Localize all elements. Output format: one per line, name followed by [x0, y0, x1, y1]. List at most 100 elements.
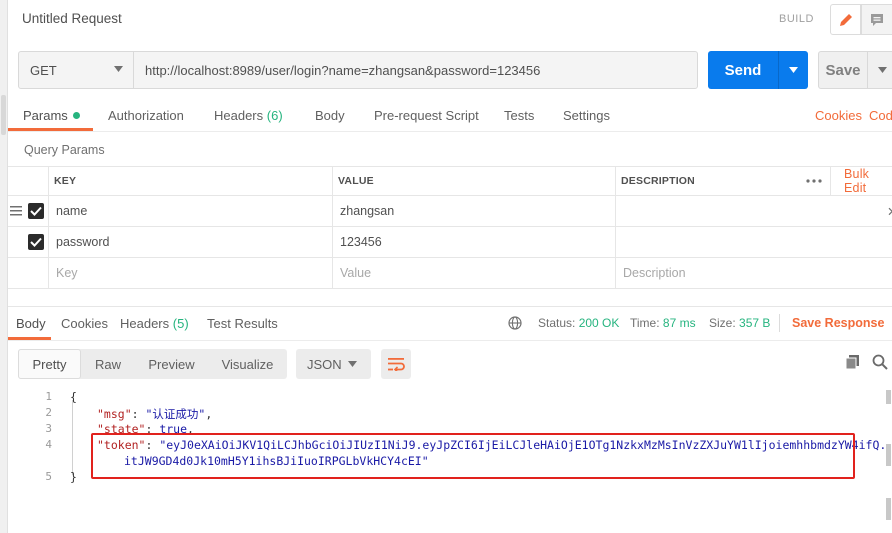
- tab-params-label: Params: [23, 108, 68, 123]
- request-title[interactable]: Untitled Request: [22, 11, 122, 26]
- status-value: 200 OK: [578, 316, 620, 330]
- line-number: 1: [45, 390, 52, 403]
- checkmark-icon: [30, 237, 42, 247]
- edit-button[interactable]: [830, 4, 861, 35]
- response-tabs-divider: [8, 340, 892, 341]
- save-response-button[interactable]: Save Response: [792, 316, 892, 330]
- copy-icon[interactable]: [845, 354, 861, 370]
- table-row: password 123456: [8, 227, 892, 258]
- response-tab-test-results[interactable]: Test Results: [207, 316, 278, 331]
- wrap-lines-icon: [388, 358, 405, 371]
- row-enabled-checkbox[interactable]: [28, 203, 44, 219]
- new-key-input[interactable]: Key: [56, 258, 78, 288]
- delete-row-icon[interactable]: ✕: [887, 196, 892, 226]
- param-key[interactable]: password: [56, 227, 110, 257]
- status-label: Status:: [538, 316, 576, 330]
- view-visualize-button[interactable]: Visualize: [208, 349, 287, 379]
- bulk-edit-link[interactable]: Bulk Edit: [844, 167, 892, 195]
- json-line-msg: "msg": "认证成功",: [97, 407, 213, 421]
- more-options-icon[interactable]: [806, 167, 822, 195]
- time-label: Time:: [630, 316, 660, 330]
- chevron-down-icon: [877, 67, 887, 73]
- table-row-new: Key Value Description: [8, 258, 892, 289]
- cookies-link[interactable]: Cookies: [815, 108, 862, 123]
- new-description-input[interactable]: Description: [623, 258, 686, 288]
- query-params-label: Query Params: [24, 143, 105, 157]
- line-number: 5: [45, 470, 52, 483]
- section-divider: [8, 289, 892, 307]
- view-pretty-button[interactable]: Pretty: [18, 349, 81, 379]
- params-active-dot: [72, 112, 80, 119]
- row-enabled-checkbox[interactable]: [28, 234, 44, 250]
- response-size: Size: 357 B: [709, 316, 770, 330]
- param-key[interactable]: name: [56, 196, 87, 226]
- view-raw-button[interactable]: Raw: [81, 349, 135, 379]
- request-tabs: Params Authorization Headers (6) Body Pr…: [8, 98, 892, 132]
- tab-tests[interactable]: Tests: [504, 108, 534, 123]
- left-panel-edge: [0, 0, 8, 533]
- comment-icon: [871, 13, 883, 26]
- column-header-value: VALUE: [338, 175, 374, 187]
- fold-guide: [72, 400, 73, 475]
- new-value-input[interactable]: Value: [340, 258, 371, 288]
- chevron-down-icon: [114, 66, 123, 72]
- drag-handle-icon[interactable]: [10, 206, 22, 216]
- json-open-brace: {: [70, 390, 77, 404]
- column-header-key: KEY: [54, 175, 77, 187]
- url-input[interactable]: http://localhost:8989/user/login?name=zh…: [133, 51, 698, 89]
- response-tab-body[interactable]: Body: [16, 316, 46, 331]
- size-value: 357 B: [739, 316, 771, 330]
- query-params-table: KEY VALUE DESCRIPTION Bulk Edit name zha…: [8, 166, 892, 289]
- column-header-description: DESCRIPTION: [621, 175, 695, 187]
- left-scrollbar[interactable]: [1, 95, 6, 135]
- tab-params[interactable]: Params: [23, 108, 80, 123]
- tab-authorization[interactable]: Authorization: [108, 108, 184, 123]
- size-label: Size:: [709, 316, 736, 330]
- code-scrollbar[interactable]: [885, 386, 892, 526]
- table-header-row: KEY VALUE DESCRIPTION Bulk Edit: [8, 166, 892, 196]
- save-button[interactable]: Save: [818, 51, 868, 89]
- response-headers-count: (5): [172, 316, 189, 331]
- method-select[interactable]: GET: [18, 51, 134, 89]
- view-preview-button[interactable]: Preview: [135, 349, 208, 379]
- tab-headers[interactable]: Headers (6): [214, 108, 283, 123]
- chevron-down-icon: [789, 67, 798, 73]
- table-row: name zhangsan ✕: [8, 196, 892, 227]
- search-icon[interactable]: [872, 354, 888, 370]
- wrap-lines-button[interactable]: [381, 349, 411, 379]
- format-select[interactable]: JSON: [296, 349, 371, 379]
- status-divider: [779, 314, 780, 332]
- tab-body[interactable]: Body: [315, 108, 345, 123]
- view-mode-group: Pretty Raw Preview Visualize: [18, 349, 287, 379]
- format-label: JSON: [307, 356, 342, 372]
- response-tab-cookies[interactable]: Cookies: [61, 316, 108, 331]
- comments-button[interactable]: [861, 4, 892, 35]
- json-key: "msg": [97, 407, 132, 421]
- build-mode-label: BUILD: [779, 13, 814, 25]
- code-link[interactable]: Code: [869, 108, 892, 123]
- line-number: 3: [45, 422, 52, 435]
- tab-settings[interactable]: Settings: [563, 108, 610, 123]
- token-highlight-annotation: [91, 433, 855, 479]
- send-options-button[interactable]: [778, 51, 808, 89]
- json-string-value: "认证成功": [145, 407, 206, 421]
- response-time: Time: 87 ms: [630, 316, 696, 330]
- response-tab-headers[interactable]: Headers (5): [120, 316, 189, 331]
- tab-prerequest-script[interactable]: Pre-request Script: [374, 108, 479, 123]
- response-status: Status: 200 OK: [538, 316, 619, 330]
- pencil-icon: [839, 13, 852, 26]
- save-response-label: Save Response: [792, 316, 885, 330]
- param-value[interactable]: zhangsan: [340, 196, 394, 226]
- line-number: 4: [45, 438, 52, 451]
- active-tab-indicator: [8, 128, 93, 131]
- param-value[interactable]: 123456: [340, 227, 382, 257]
- line-number: 2: [45, 406, 52, 419]
- save-options-button[interactable]: [867, 51, 892, 89]
- time-value: 87 ms: [662, 316, 696, 330]
- headers-count: (6): [266, 108, 283, 123]
- checkmark-icon: [30, 206, 42, 216]
- tab-headers-label: Headers: [214, 108, 264, 123]
- send-button[interactable]: Send: [708, 51, 778, 89]
- globe-icon[interactable]: [508, 316, 522, 330]
- json-close-brace: }: [70, 470, 77, 484]
